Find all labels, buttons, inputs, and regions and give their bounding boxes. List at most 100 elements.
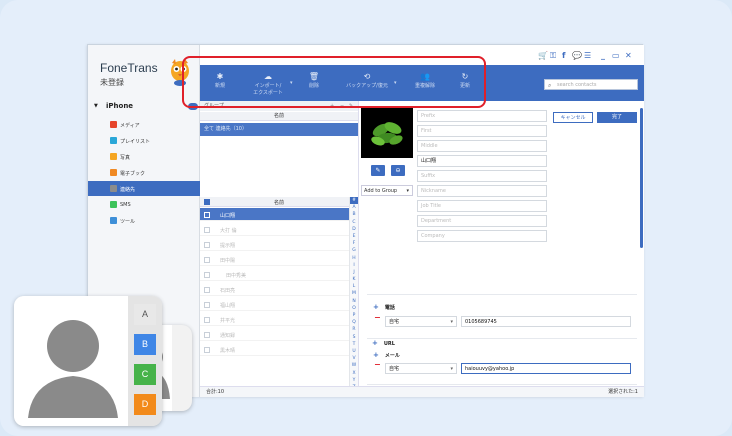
tab-b: B xyxy=(134,334,156,355)
alphabet-letter[interactable]: L xyxy=(350,283,358,290)
add-phone-icon[interactable]: + xyxy=(373,303,379,311)
name-field-middle[interactable]: Middle xyxy=(417,140,547,152)
name-field-first[interactable]: First xyxy=(417,125,547,137)
table-row[interactable]: 石田亮 xyxy=(200,283,349,296)
email-type-select[interactable]: 自宅 ▾ xyxy=(385,363,457,374)
menu-icon[interactable]: ☰ xyxy=(584,51,591,60)
name-field-job-title[interactable]: Job Title xyxy=(417,200,547,212)
group-all-contacts[interactable]: 全て 連絡先（10） xyxy=(200,123,358,136)
row-checkbox[interactable] xyxy=(204,257,210,263)
key-icon[interactable]: ⚿ xyxy=(550,51,556,61)
alphabet-letter[interactable]: W xyxy=(350,362,358,369)
sidebar-item-ebook[interactable]: 電子ブック xyxy=(88,165,200,180)
tab-d: D xyxy=(134,394,156,415)
alphabet-letter[interactable]: A xyxy=(350,204,358,211)
alphabet-letter[interactable]: C xyxy=(350,219,358,226)
sidebar-item-sms[interactable]: SMS xyxy=(88,197,200,212)
row-checkbox[interactable] xyxy=(204,332,210,338)
alphabet-letter[interactable]: Q xyxy=(350,319,358,326)
alphabet-letter[interactable]: H xyxy=(350,255,358,262)
name-field-suffix[interactable]: Suffix xyxy=(417,170,547,182)
alphabet-letter[interactable]: Y xyxy=(350,377,358,384)
chat-icon[interactable]: 💬 xyxy=(572,51,582,60)
table-row[interactable]: 黒木晴 xyxy=(200,343,349,356)
detail-scrollbar[interactable] xyxy=(640,108,643,248)
sidebar-item-playlist[interactable]: プレイリスト xyxy=(88,133,200,148)
name-field-prefix[interactable]: Prefix xyxy=(417,110,547,122)
contact-name: 通知録 xyxy=(220,333,236,339)
alphabet-letter[interactable]: I xyxy=(350,262,358,269)
select-all-checkbox[interactable] xyxy=(204,199,210,205)
app-title: FoneTrans xyxy=(100,61,158,75)
row-checkbox[interactable] xyxy=(204,347,210,353)
name-field-company[interactable]: Company xyxy=(417,230,547,242)
facebook-icon[interactable]: f xyxy=(562,51,565,60)
maximize-icon[interactable]: ▭ xyxy=(612,51,620,60)
alphabet-letter[interactable]: E xyxy=(350,233,358,240)
tab-c: C xyxy=(134,364,156,385)
name-field-department[interactable]: Department xyxy=(417,215,547,227)
name-field-nickname[interactable]: Nickname xyxy=(417,185,547,197)
alphabet-letter[interactable]: K xyxy=(350,276,358,283)
row-checkbox[interactable] xyxy=(204,227,210,233)
row-checkbox[interactable] xyxy=(204,242,210,248)
sidebar-item-contacts[interactable]: 連絡先 xyxy=(88,181,200,196)
edit-photo-button[interactable]: ✎ xyxy=(371,165,385,176)
alphabet-letter[interactable]: T xyxy=(350,341,358,348)
alphabet-letter[interactable]: U xyxy=(350,348,358,355)
alphabet-letter[interactable]: N xyxy=(350,298,358,305)
alphabet-letter[interactable]: G xyxy=(350,247,358,254)
search-icon: ⌕ xyxy=(548,82,552,89)
chevron-down-icon: ▾ xyxy=(450,319,453,325)
alphabet-letter[interactable]: B xyxy=(350,211,358,218)
sidebar-item-toolbox[interactable]: ツール xyxy=(88,213,200,228)
expand-triangle-icon[interactable]: ▼ xyxy=(94,103,98,109)
add-to-group-select[interactable]: Add to Group ▾ xyxy=(361,185,413,196)
alphabet-letter[interactable]: R xyxy=(350,326,358,333)
sidebar-item-photos[interactable]: 写真 xyxy=(88,149,200,164)
alphabet-letter[interactable]: S xyxy=(350,334,358,341)
cancel-button[interactable]: キャンセル xyxy=(553,112,593,123)
alphabet-letter[interactable]: F xyxy=(350,240,358,247)
table-row[interactable]: 山口翔 xyxy=(200,208,349,221)
row-checkbox[interactable] xyxy=(204,272,210,278)
email-field[interactable]: haiouuvy@yahoo.jp xyxy=(461,363,631,374)
phone-type-select[interactable]: 自宅 ▾ xyxy=(385,316,457,327)
remove-photo-button[interactable]: ⊖ xyxy=(391,165,405,176)
table-row[interactable]: 通知録 xyxy=(200,328,349,341)
search-input[interactable]: ⌕ search contacts xyxy=(544,79,638,90)
alphabet-letter[interactable]: P xyxy=(350,312,358,319)
alphabet-letter[interactable]: # xyxy=(350,197,358,205)
table-row[interactable]: 田中陽 xyxy=(200,253,349,266)
alphabet-letter[interactable]: J xyxy=(350,269,358,276)
remove-phone-icon[interactable]: − xyxy=(374,313,381,322)
table-row[interactable]: 井平光 xyxy=(200,313,349,326)
alphabet-letter[interactable]: D xyxy=(350,226,358,233)
alphabet-letter[interactable]: O xyxy=(350,305,358,312)
row-checkbox[interactable] xyxy=(204,302,210,308)
login-status[interactable]: 未登録 xyxy=(100,77,124,88)
remove-email-icon[interactable]: − xyxy=(374,360,381,369)
table-row[interactable]: 大打 倫 xyxy=(200,223,349,236)
sidebar-item-media[interactable]: メディア xyxy=(88,117,200,132)
alphabet-letter[interactable]: M xyxy=(350,290,358,297)
row-checkbox[interactable] xyxy=(204,317,210,323)
name-field-last[interactable]: 山口翔 xyxy=(417,155,547,167)
table-row[interactable]: 提示翔 xyxy=(200,238,349,251)
minimize-icon[interactable]: _ xyxy=(601,51,605,60)
contact-photo[interactable] xyxy=(361,108,413,158)
alphabet-letter[interactable]: X xyxy=(350,370,358,377)
done-button[interactable]: 完了 xyxy=(597,112,637,123)
row-checkbox[interactable] xyxy=(204,212,210,218)
close-icon[interactable]: ✕ xyxy=(625,51,632,60)
table-row[interactable]: 福山翔 xyxy=(200,298,349,311)
add-url-icon[interactable]: + xyxy=(372,339,378,347)
contact-name: 福山翔 xyxy=(220,303,236,309)
cart-icon[interactable]: 🛒 xyxy=(538,51,548,60)
contact-name: 大打 倫 xyxy=(220,228,237,234)
table-row[interactable]: 田中秀美 xyxy=(200,268,349,281)
add-email-icon[interactable]: + xyxy=(373,351,379,359)
row-checkbox[interactable] xyxy=(204,287,210,293)
alphabet-letter[interactable]: V xyxy=(350,355,358,362)
phone-field[interactable]: 0105689745 xyxy=(461,316,631,327)
